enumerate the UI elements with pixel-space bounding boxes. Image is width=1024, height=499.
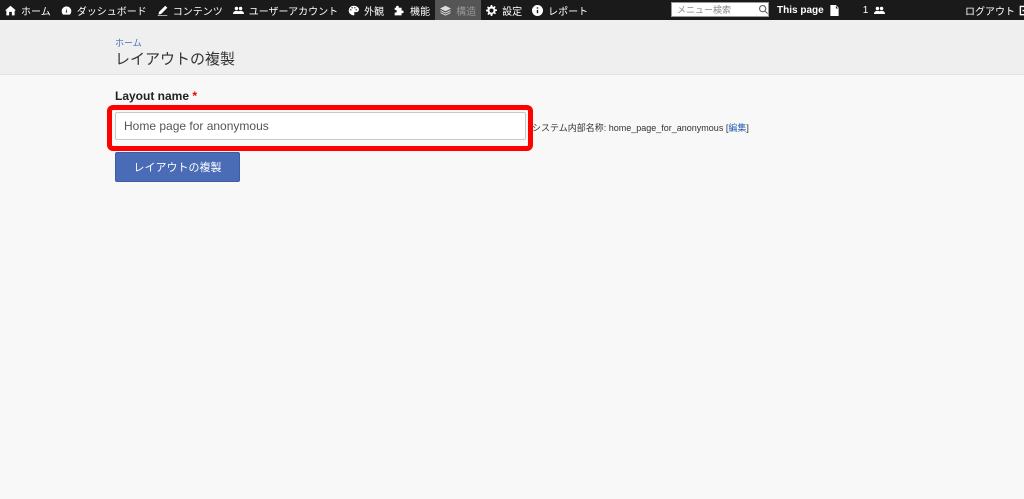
puzzle-icon: [394, 5, 404, 15]
layout-name-label: Layout name *: [115, 89, 197, 103]
users-icon: [874, 6, 886, 14]
toolbar-item-config[interactable]: 設定: [481, 0, 527, 20]
users-icon: [232, 6, 244, 14]
edit-bracket-close: ]: [746, 123, 749, 133]
toolbar-item-extend[interactable]: 機能: [389, 0, 435, 20]
pencil-icon: [157, 5, 168, 16]
toolbar-item-reports[interactable]: レポート: [527, 0, 593, 20]
required-marker: *: [192, 89, 198, 103]
this-page-menu[interactable]: This page: [772, 0, 850, 20]
toolbar-item-users[interactable]: ユーザーアカウント: [228, 0, 343, 20]
toolbar-item-appearance[interactable]: 外観: [343, 0, 389, 20]
toolbar-item-structure[interactable]: 構造: [435, 0, 482, 20]
layout-name-input[interactable]: [115, 112, 526, 140]
toolbar-item-label: ユーザーアカウント: [248, 6, 339, 18]
logout-icon: [1019, 5, 1024, 15]
this-page-label: This page: [777, 4, 824, 16]
user-count-menu[interactable]: 1: [858, 0, 896, 20]
toolbar-item-home[interactable]: ホーム: [0, 0, 56, 20]
machine-name-preview: システム内部名称: home_page_for_anonymous [編集]: [532, 121, 749, 134]
document-icon: [830, 4, 839, 16]
info-icon: [532, 4, 544, 16]
toolbar-item-dashboard[interactable]: ダッシュボード: [56, 0, 152, 20]
logout-link[interactable]: ログアウト: [960, 0, 1024, 20]
layout-name-label-text: Layout name: [115, 89, 190, 103]
machine-name-edit-link[interactable]: 編集: [728, 123, 746, 133]
toolbar-item-label: 構造: [456, 6, 477, 18]
home-icon: [5, 5, 16, 15]
page-header: ホーム レイアウトの複製: [0, 20, 1024, 75]
toolbar-item-label: 外観: [364, 6, 385, 18]
layers-icon: [440, 5, 452, 16]
machine-name-prefix: システム内部名称:: [532, 123, 609, 133]
toolbar-item-label: レポート: [548, 6, 589, 18]
toolbar-item-label: 設定: [502, 6, 523, 18]
menu-search-input[interactable]: [672, 3, 757, 16]
toolbar-item-label: ホーム: [21, 6, 51, 18]
user-count: 1: [862, 4, 869, 16]
menu-search: [671, 2, 769, 17]
search-icon[interactable]: [759, 5, 768, 14]
duplicate-layout-button[interactable]: レイアウトの複製: [115, 152, 240, 182]
palette-icon: [348, 5, 360, 15]
toolbar-item-label: 機能: [410, 6, 431, 18]
logout-label: ログアウト: [965, 6, 1015, 18]
gear-icon: [486, 4, 498, 16]
machine-name-value: home_page_for_anonymous: [608, 123, 724, 133]
page-title: レイアウトの複製: [115, 51, 236, 68]
toolbar-item-label: ダッシュボード: [76, 6, 147, 18]
toolbar-item-label: コンテンツ: [172, 6, 223, 18]
toolbar-item-content[interactable]: コンテンツ: [152, 0, 228, 20]
dashboard-icon: [61, 5, 72, 15]
admin-toolbar: ホーム ダッシュボード コンテンツ ユーザーアカウント 外観 機能 構造 設定 …: [0, 0, 1024, 20]
